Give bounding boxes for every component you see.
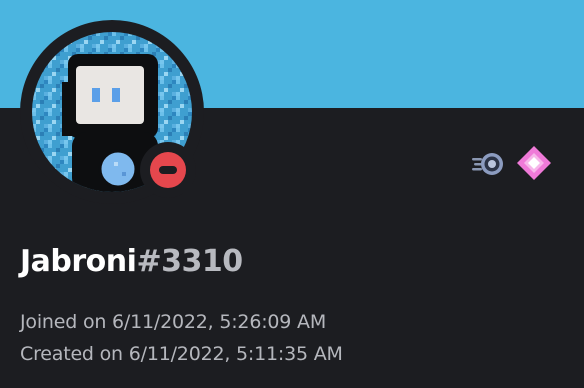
profile-card: Jabroni#3310 Joined on 6/11/2022, 5:26:0… [0, 0, 584, 388]
joined-date: Joined on 6/11/2022, 5:26:09 AM [20, 311, 327, 333]
badge-list [470, 145, 552, 181]
dnd-bar [159, 166, 177, 174]
discriminator: #3310 [136, 244, 243, 279]
swoosh-ring-icon[interactable] [470, 145, 506, 181]
dnd-status-icon [150, 152, 186, 188]
account-dates: Joined on 6/11/2022, 5:26:09 AM Created … [20, 306, 343, 370]
pink-diamond-icon[interactable] [516, 145, 552, 181]
user-name: Jabroni#3310 [20, 240, 243, 284]
created-date: Created on 6/11/2022, 5:11:35 AM [20, 343, 343, 365]
username: Jabroni [20, 244, 137, 279]
